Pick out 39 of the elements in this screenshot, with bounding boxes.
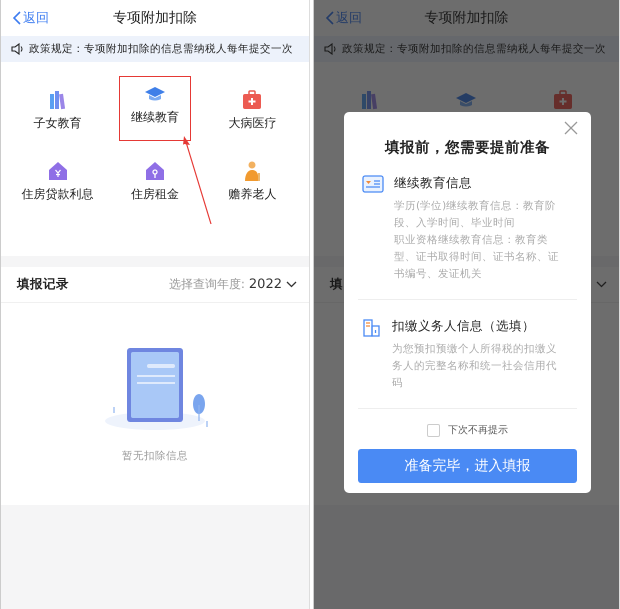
category-label[interactable]: 赡养老人 (228, 186, 276, 203)
back-label: 返回 (23, 10, 49, 27)
back-link[interactable]: 返回 (13, 9, 49, 27)
medical-kit-icon (241, 89, 264, 111)
close-icon[interactable] (563, 120, 579, 136)
back-chevron-icon (13, 11, 21, 25)
year-selector[interactable]: 选择查询年度: 2022 (168, 276, 297, 293)
speaker-icon (11, 43, 25, 55)
records-heading: 填报记录 (17, 276, 69, 293)
policy-notice: 政策规定：专项附加扣除的信息需纳税人每年提交一次 (342, 42, 606, 56)
id-card-icon (362, 175, 384, 193)
dialog-title: 填报前，您需要提前准备 (384, 138, 551, 157)
section-title: 继续教育信息 (394, 175, 473, 192)
back-label: 返回 (336, 10, 362, 27)
section-description: 为您预扣预缴个人所得税的扣缴义务人的完整名称和统一社会信用代码 (392, 342, 558, 391)
chevron-down-icon (286, 281, 297, 288)
category-label[interactable]: 住房租金 (130, 186, 179, 203)
back-chevron-icon (326, 11, 334, 25)
page-title: 专项附加扣除 (424, 9, 508, 27)
chevron-down-icon (596, 281, 607, 288)
house-key-icon (144, 160, 166, 182)
category-label[interactable]: 大病医疗 (228, 115, 276, 132)
house-yen-icon (46, 160, 69, 182)
page-title: 专项附加扣除 (113, 9, 197, 27)
empty-message: 暂无扣除信息 (122, 449, 188, 463)
medical-kit-icon (552, 89, 574, 111)
section-description: 学历(学位)继续教育信息：教育阶段、入学时间、毕业时间 (394, 199, 558, 231)
checkbox[interactable] (427, 424, 440, 436)
category-label[interactable]: 住房贷款利息 (22, 186, 94, 203)
checkbox-label[interactable]: 下次不再提示 (448, 423, 508, 437)
category-label[interactable]: 子女教育 (34, 115, 82, 132)
category-label[interactable]: 继续教育 (130, 109, 179, 126)
records-heading: 填 (330, 276, 343, 293)
section-description: 职业资格继续教育信息：教育类型、证书取得时间、证书名称、证书编号、发证机关 (394, 233, 560, 282)
policy-notice: 政策规定：专项附加扣除的信息需纳税人每年提交一次 (29, 42, 293, 56)
highlighted-category[interactable]: 继续教育 (118, 76, 191, 141)
section-title: 扣缴义务人信息（选填） (392, 318, 536, 335)
speaker-icon (324, 43, 338, 55)
building-icon (362, 318, 382, 338)
